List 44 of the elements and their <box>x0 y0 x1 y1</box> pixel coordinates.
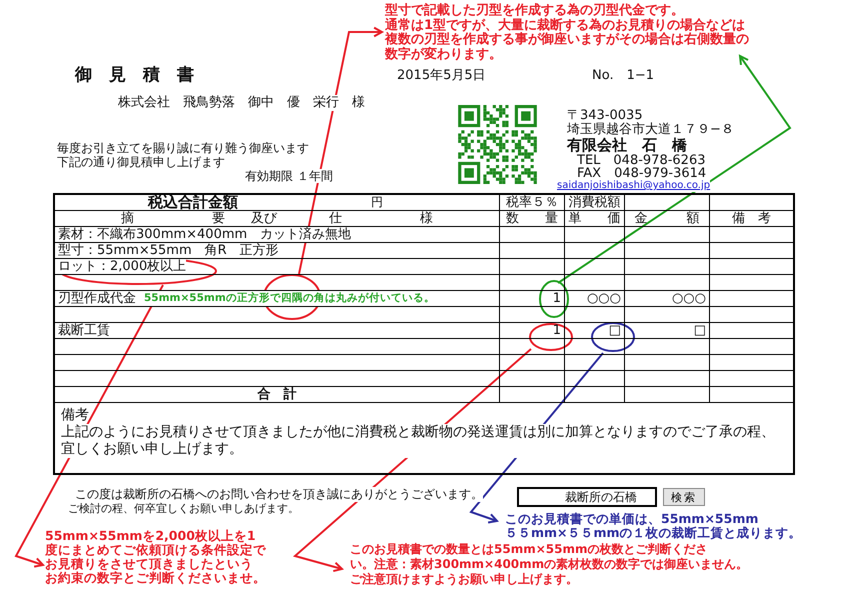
table-header: 税率５％ <box>500 194 564 210</box>
remarks-label: 備考 <box>61 407 90 424</box>
callout-ellipse <box>591 322 635 352</box>
currency-unit: 円 <box>371 195 383 210</box>
address-text: 埼玉県越谷市大道１７９−８ <box>567 123 734 137</box>
greeting-text: 下記の通り御見積申し上げます <box>57 155 225 169</box>
annotation-note: 型寸で記載した刃型を作成する為の刃型代金です。 通常は1型ですが、大量に裁断する為のお見積りの場合などは 複数の刃型を作成する事が御座いますがその場合は右側数量の 数字が変わります。 <box>385 4 749 62</box>
validity-text: 有効期限 １年間 <box>245 169 333 183</box>
item-description: 裁断工賃 <box>58 323 110 338</box>
column-header: 数 量 <box>500 210 564 226</box>
callout-ellipse <box>529 323 573 351</box>
table-cell: 1 <box>500 290 564 306</box>
sum-label: 合 計 <box>54 386 500 402</box>
document-number: No. 1−1 <box>592 66 656 84</box>
table-cell: ○○○ <box>564 290 624 306</box>
column-header: 備 考 <box>710 210 794 226</box>
postal-code: 〒343-0035 <box>567 109 643 123</box>
table-header: 消費税額 <box>564 194 624 210</box>
column-header: 単 価 <box>564 210 624 226</box>
email-link[interactable]: saidanjoishibashi@yahoo.co.jp <box>557 180 710 192</box>
table-cell: ○○○ <box>624 290 710 306</box>
greeting-text: 毎度お引き立てを賜り誠に有り難う御座います <box>57 141 309 155</box>
phone-number: TEL 048-978-6263 <box>576 154 706 167</box>
company-name: 有限会社 石 橋 <box>567 137 688 154</box>
issue-date: 2015年5月5日 <box>397 66 487 84</box>
table-cell: 1 <box>500 322 564 338</box>
annotation-note: 55mm×55mmを2,000枚以上を1 度にまとめてご依頼頂ける条件設定で お見積りをさせて頂きましたという お約束の数字とご判断くださいませ。 <box>45 529 266 585</box>
item-description: ロット：2,000枚以上 <box>58 259 186 274</box>
column-header: 金 額 <box>624 210 710 226</box>
recipient-name: 株式会社 飛鳥勢落 御中 優 栄行 様 <box>118 95 365 111</box>
table-cell: □ <box>624 322 710 338</box>
search-field[interactable]: 裁断所の石橋 <box>517 487 657 507</box>
item-description: 刃型作成代金 <box>58 291 136 306</box>
callout-ellipse <box>539 280 569 318</box>
table-cell: □ <box>564 322 624 338</box>
fax-number: FAX 048-979-3614 <box>577 167 706 180</box>
search-button[interactable]: 検索 <box>663 488 705 506</box>
thanks-text: この度は裁断所の石橋へのお問い合わせを頂き誠にありがとうございます。 <box>75 487 483 502</box>
item-description: 素材：不織布300mm×400mm カット済み無地 <box>58 227 352 242</box>
total-label: 税込合計金額 <box>148 195 238 210</box>
annotation-note: このお見積書での単価は、55mm×55mm ５５mm×５５mmの１枚の裁断工賃と成ります。 <box>505 512 802 540</box>
annotation-note: このお見積書での数量とは55mm×55mmの枚数とご判断くださ い。注意：素材300mm×400mmの素材枚数の数字では御座いません。 ご注意頂けますようお願い申し上げます。 <box>350 542 748 587</box>
document-title: 御 見 積 書 <box>75 64 195 86</box>
item-description: 型寸：55mm×55mm 角R 正方形 <box>58 243 279 258</box>
